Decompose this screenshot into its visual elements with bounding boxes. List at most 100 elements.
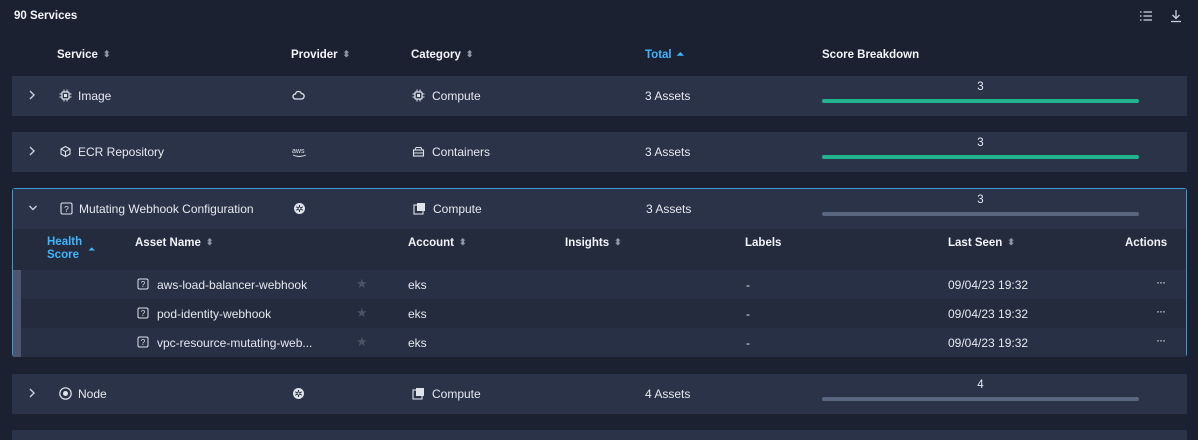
kubernetes-icon [292,387,305,400]
column-header-label: Asset Name [135,237,201,249]
score-bar [822,397,1139,401]
sort-ascending-icon: ⏶ [676,49,684,60]
aws-icon: aws [292,145,308,158]
svg-text:?: ? [141,338,146,347]
column-header-label: Labels [745,237,782,249]
score-value: 3 [977,194,984,206]
column-header-label: Insights [565,237,610,249]
page-title: 90 Services [14,10,78,22]
health-score-indicator [13,328,21,357]
service-row[interactable]: ECR Repository aws Containers 3 Assets 3 [12,132,1187,172]
score-breakdown: 3 [822,135,1139,159]
score-bar [822,212,1139,216]
chevron-right-icon[interactable] [27,386,37,400]
score-bar [822,99,1139,103]
health-score-indicator [13,270,21,299]
service-name: Node [78,387,107,401]
asset-last-seen: 09/04/23 19:32 [948,278,1029,292]
category-name: Compute [432,89,481,103]
svg-text:?: ? [141,309,146,318]
kubernetes-icon [293,202,306,215]
column-header-category[interactable]: Category ⬍ [411,49,473,61]
star-icon[interactable]: ★ [356,276,368,292]
column-header-score-breakdown: Score Breakdown [822,49,919,61]
score-value: 3 [977,137,984,149]
asset-name[interactable]: vpc-resource-mutating-web... [157,336,312,350]
svg-text:?: ? [141,280,146,289]
star-icon[interactable]: ★ [356,334,368,350]
total-assets: 3 Assets [645,145,691,159]
column-header-label: Service [57,49,98,61]
category-name: Compute [432,387,481,401]
column-header-asset-name[interactable]: Asset Name ⬍ [135,237,213,249]
service-name: Mutating Webhook Configuration [79,202,254,216]
compute-icon [412,387,425,400]
column-header-insights[interactable]: Insights ⬍ [565,237,622,249]
unknown-icon: ? [137,307,149,322]
column-header-service[interactable]: Service ⬍ [57,49,110,61]
unknown-icon: ? [137,336,149,351]
service-row[interactable]: Image Compute 3 Assets 3 [12,76,1187,116]
cloud-icon [292,89,305,102]
asset-last-seen: 09/04/23 19:32 [948,307,1029,321]
score-value: 4 [977,379,984,391]
unknown-icon: ? [137,278,149,293]
unknown-icon: ? [60,202,73,215]
asset-row[interactable]: ? vpc-resource-mutating-web... ★ eks - 0… [13,328,1186,357]
chip-icon [59,89,72,102]
expanded-service-panel: ? Mutating Webhook Configuration Compute… [12,188,1187,357]
asset-account: eks [408,278,427,292]
more-actions-icon[interactable]: ··· [1156,275,1166,289]
sort-ascending-icon: ⏶ [88,244,96,254]
sort-icon: ⬍ [342,49,351,60]
score-breakdown: 3 [822,192,1139,216]
total-assets: 3 Assets [645,89,691,103]
chip-icon [412,89,425,102]
column-header-label: Actions [1125,237,1168,249]
asset-row[interactable]: ? aws-load-balancer-webhook ★ eks - 09/0… [13,270,1186,299]
total-assets: 4 Assets [645,387,691,401]
container-icon [412,145,425,158]
chevron-right-icon[interactable] [27,88,37,102]
service-name: Image [78,89,112,103]
sort-icon: ⬍ [459,237,467,248]
asset-labels: - [746,307,750,321]
service-row[interactable]: Node Compute 4 Assets 4 [12,374,1187,414]
column-header-label: Last Seen [948,237,1003,249]
health-score-indicator [13,299,21,328]
total-assets: 3 Assets [646,202,692,216]
score-breakdown: 4 [822,377,1139,401]
score-value: 3 [977,81,984,93]
more-actions-icon[interactable]: ··· [1156,333,1166,347]
sort-icon: ⬍ [614,237,622,248]
score-bar [822,155,1139,159]
asset-account: eks [408,336,427,350]
more-actions-icon[interactable]: ··· [1156,304,1166,318]
service-name: ECR Repository [78,145,165,159]
download-icon[interactable] [1168,8,1184,24]
sort-icon: ⬍ [1007,237,1015,248]
column-header-last-seen[interactable]: Last Seen ⬍ [948,237,1015,249]
column-header-label: Health Score [47,236,83,261]
list-icon[interactable] [1138,8,1154,24]
chevron-down-icon[interactable] [27,202,39,217]
column-header-provider[interactable]: Provider ⬍ [291,49,350,61]
compute-icon [413,202,426,215]
category-name: Containers [432,145,491,159]
score-breakdown: 3 [822,79,1139,103]
asset-labels: - [746,278,750,292]
column-header-label: Category [411,49,461,61]
service-row[interactable]: ? Mutating Webhook Configuration Compute… [13,189,1186,229]
column-header-total[interactable]: Total ⏶ [645,49,684,61]
chevron-right-icon[interactable] [27,144,37,158]
column-header-actions: Actions [1125,237,1167,249]
service-row[interactable] [12,430,1187,440]
asset-name[interactable]: aws-load-balancer-webhook [157,278,307,292]
asset-row[interactable]: ? pod-identity-webhook ★ eks - 09/04/23 … [13,299,1186,328]
star-icon[interactable]: ★ [356,305,368,321]
kubernetes-node-icon [59,387,72,400]
svg-text:aws: aws [292,148,305,155]
asset-name[interactable]: pod-identity-webhook [157,307,271,321]
column-header-account[interactable]: Account ⬍ [408,237,467,249]
column-header-health-score[interactable]: Health Score [47,236,92,262]
